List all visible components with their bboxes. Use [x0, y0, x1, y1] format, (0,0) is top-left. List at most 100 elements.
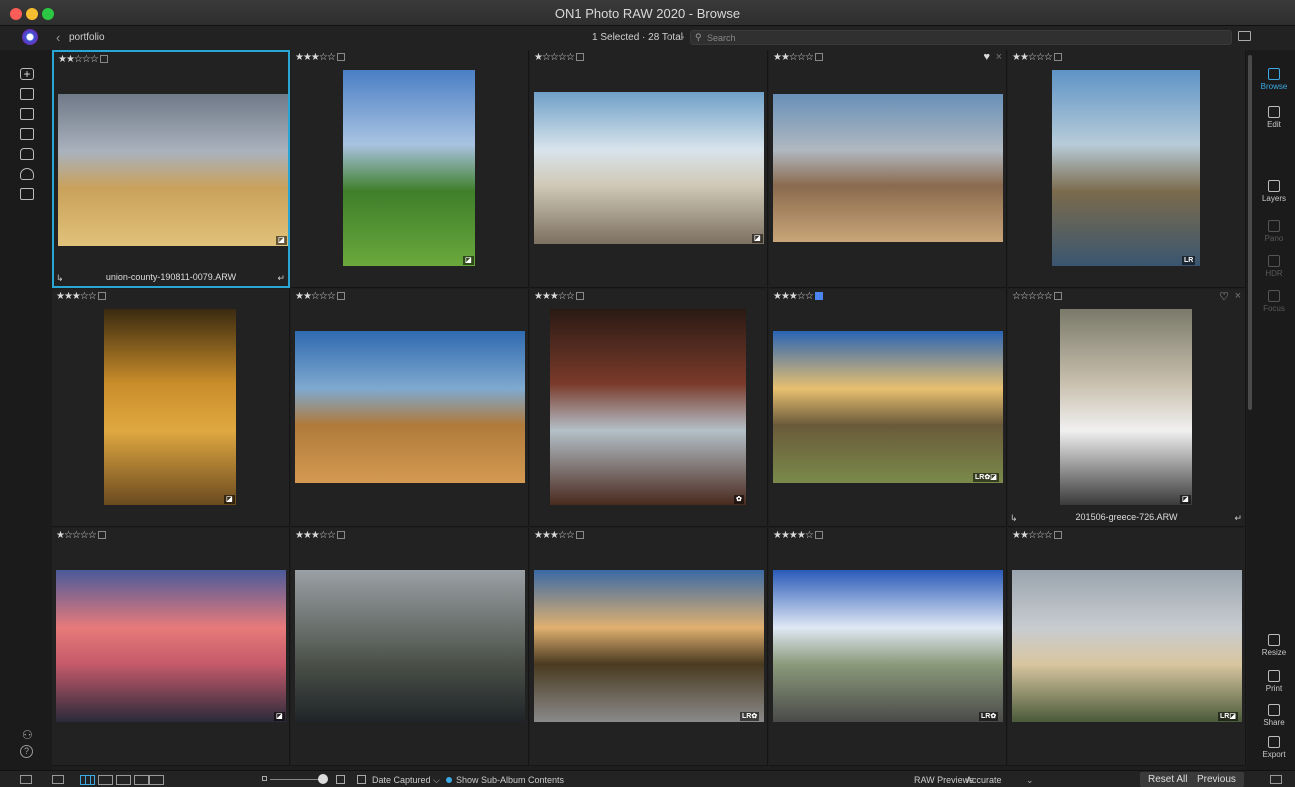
stars-value[interactable]: ★★☆☆☆: [1012, 530, 1053, 541]
photo-cell[interactable]: ★★☆☆☆ LR: [1008, 50, 1246, 288]
folder-icon[interactable]: [1238, 31, 1251, 41]
reset-all-button[interactable]: Reset All: [1140, 772, 1196, 787]
photo-thumbnail[interactable]: [773, 94, 1003, 242]
left-panel-toggle-icon[interactable]: [20, 775, 32, 784]
stars-value[interactable]: ★★☆☆☆: [773, 52, 814, 63]
camera-icon[interactable]: [20, 108, 34, 120]
stars-value[interactable]: ★☆☆☆☆: [56, 530, 97, 541]
photo-thumbnail[interactable]: [295, 570, 525, 722]
subalbum-toggle[interactable]: [446, 777, 452, 783]
photo-thumbnail[interactable]: [104, 309, 236, 505]
module-focus[interactable]: Focus: [1253, 290, 1295, 313]
photo-cell[interactable]: ★★☆☆☆ LR◪: [1008, 528, 1246, 766]
on1-logo-icon[interactable]: [22, 29, 38, 45]
photo-thumbnail[interactable]: [1012, 570, 1242, 722]
current-folder[interactable]: portfolio: [69, 32, 105, 43]
photo-cell[interactable]: ★★★☆☆ ◪: [52, 289, 290, 527]
export-button[interactable]: Export: [1253, 736, 1295, 759]
photo-cell[interactable]: ★★★☆☆ ✿: [530, 289, 768, 527]
photo-thumbnail[interactable]: [773, 570, 1003, 722]
photo-thumbnail[interactable]: [295, 331, 525, 483]
photo-thumbnail[interactable]: [56, 570, 286, 722]
stars-value[interactable]: ★★☆☆☆: [58, 54, 99, 65]
stars-value[interactable]: ★★☆☆☆: [295, 291, 336, 302]
photo-thumbnail[interactable]: [343, 70, 475, 266]
color-label-box[interactable]: [99, 55, 108, 63]
photo-thumbnail[interactable]: [773, 331, 1003, 483]
color-label-box[interactable]: [1053, 292, 1062, 300]
stars-value[interactable]: ★★★★☆: [773, 530, 814, 541]
share-button[interactable]: Share: [1253, 704, 1295, 727]
drive-icon[interactable]: [20, 148, 34, 160]
resize-button[interactable]: Resize: [1253, 634, 1295, 657]
color-label-box[interactable]: [575, 292, 584, 300]
photo-thumbnail[interactable]: [1052, 70, 1200, 266]
heart-icon[interactable]: ♡: [1219, 290, 1229, 303]
color-label-box[interactable]: [97, 531, 106, 539]
raw-previews-select[interactable]: Accurate ⌄: [966, 773, 1036, 786]
color-label-box[interactable]: [575, 53, 584, 61]
module-hdr[interactable]: HDR: [1253, 255, 1295, 278]
stars-value[interactable]: ★★★☆☆: [534, 530, 575, 541]
previous-photo-icon[interactable]: ‹: [666, 28, 671, 44]
stars-value[interactable]: ☆☆☆☆☆: [1012, 291, 1053, 302]
photo-cell[interactable]: ★★★☆☆ LR✿: [530, 528, 768, 766]
rotate-left-icon[interactable]: ↳: [56, 273, 64, 284]
detail-view-icon[interactable]: [98, 775, 113, 785]
cloud-icon[interactable]: [20, 168, 34, 180]
module-pano[interactable]: Pano: [1253, 220, 1295, 243]
previous-button[interactable]: Previous: [1189, 772, 1244, 787]
module-layers[interactable]: Layers: [1253, 180, 1295, 203]
module-edit[interactable]: Edit: [1253, 106, 1295, 129]
star-rating[interactable]: ★★★☆☆: [773, 291, 823, 302]
star-rating[interactable]: ★☆☆☆☆: [534, 52, 584, 63]
stars-value[interactable]: ★★★☆☆: [295, 52, 336, 63]
star-rating[interactable]: ★★★☆☆: [534, 530, 584, 541]
rotate-right-icon[interactable]: ↵: [277, 273, 285, 284]
back-chevron-icon[interactable]: ‹: [56, 30, 60, 45]
search-input[interactable]: [707, 31, 1207, 44]
help-icon[interactable]: ?: [20, 745, 33, 758]
reject-icon[interactable]: ×: [996, 51, 1002, 63]
star-rating[interactable]: ★★☆☆☆: [1012, 530, 1062, 541]
user-icon[interactable]: ⚇: [22, 728, 33, 742]
color-label-box[interactable]: [336, 292, 345, 300]
color-label-box[interactable]: [814, 292, 823, 300]
rotate-right-icon[interactable]: ↵: [1234, 513, 1242, 524]
module-browse[interactable]: Browse: [1253, 68, 1295, 91]
color-label-box[interactable]: [336, 531, 345, 539]
photo-cell[interactable]: ☆☆☆☆☆ ♡ × ◪ 201506-greece-726.ARW ↳ ↵: [1008, 289, 1246, 527]
star-rating[interactable]: ★★☆☆☆: [1012, 52, 1062, 63]
color-label-box[interactable]: [1053, 531, 1062, 539]
photo-thumbnail[interactable]: [534, 570, 764, 722]
rotate-left-icon[interactable]: ↳: [1010, 513, 1018, 524]
color-label-box[interactable]: [1053, 53, 1062, 61]
reject-icon[interactable]: ×: [1235, 290, 1241, 302]
search-bar[interactable]: ⚲: [690, 30, 1232, 45]
color-label-box[interactable]: [336, 53, 345, 61]
right-panel-toggle-icon[interactable]: [1270, 775, 1282, 784]
stars-value[interactable]: ★☆☆☆☆: [534, 52, 575, 63]
add-icon[interactable]: +: [20, 68, 34, 80]
star-rating[interactable]: ★★★☆☆: [56, 291, 106, 302]
thumbnail-size-slider[interactable]: [270, 779, 322, 780]
next-photo-icon[interactable]: ›: [680, 28, 685, 44]
star-rating[interactable]: ★★★☆☆: [534, 291, 584, 302]
color-label-box[interactable]: [575, 531, 584, 539]
filmstrip-view-icon[interactable]: [52, 775, 64, 784]
photo-cell[interactable]: ★★☆☆☆ ♥ ×: [769, 50, 1007, 288]
photo-cell[interactable]: ★★★★☆ LR✿: [769, 528, 1007, 766]
star-rating[interactable]: ★★☆☆☆: [773, 52, 823, 63]
photo-thumbnail[interactable]: [534, 92, 764, 244]
photo-cell[interactable]: ★★★☆☆ ◪: [291, 50, 529, 288]
color-label-box[interactable]: [97, 292, 106, 300]
photo-thumbnail[interactable]: [550, 309, 746, 505]
sort-order-checkbox[interactable]: [357, 775, 366, 784]
filmstrip-layout-icon[interactable]: [116, 775, 131, 785]
stars-value[interactable]: ★★★☆☆: [295, 530, 336, 541]
star-rating[interactable]: ★★★★☆: [773, 530, 823, 541]
stars-value[interactable]: ★★★☆☆: [773, 291, 814, 302]
star-rating[interactable]: ★★★☆☆: [295, 52, 345, 63]
photo-thumbnail[interactable]: [1060, 309, 1192, 505]
thumbnail-size-knob[interactable]: [318, 774, 328, 784]
